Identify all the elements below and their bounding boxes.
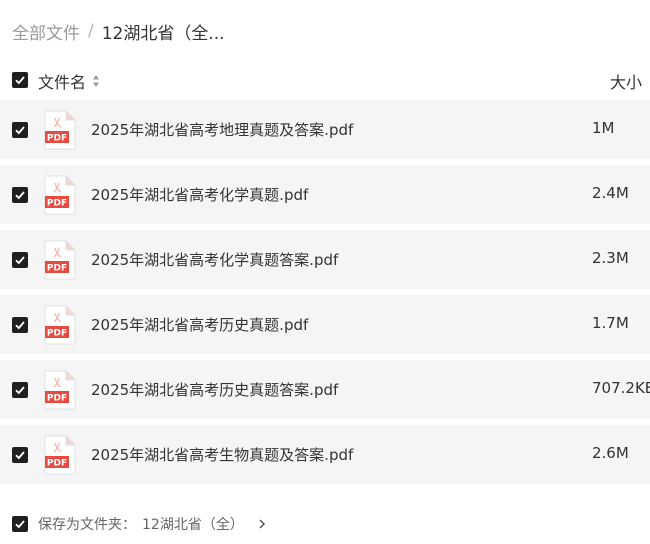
svg-text:PDF: PDF bbox=[47, 329, 67, 339]
breadcrumb-separator: / bbox=[88, 21, 94, 41]
check-icon bbox=[15, 76, 25, 85]
name-column-label: 文件名 bbox=[38, 73, 87, 92]
check-icon bbox=[15, 386, 25, 395]
save-to-checkbox[interactable] bbox=[12, 516, 28, 532]
file-size: 1.7M bbox=[592, 314, 629, 332]
breadcrumb-current: 12湖北省（全... bbox=[101, 23, 225, 44]
pdf-file-icon: PDF bbox=[44, 175, 76, 215]
name-column-header[interactable]: 文件名 bbox=[38, 69, 100, 93]
file-row[interactable]: PDF 2025年湖北省高考历史真题答案.pdf 707.2KB bbox=[0, 360, 650, 419]
check-icon bbox=[15, 520, 25, 529]
file-checkbox[interactable] bbox=[12, 447, 28, 463]
svg-text:PDF: PDF bbox=[47, 199, 67, 209]
file-size: 1M bbox=[592, 119, 615, 137]
file-list-header: 文件名 大小 bbox=[0, 64, 650, 96]
file-checkbox[interactable] bbox=[12, 252, 28, 268]
file-row[interactable]: PDF 2025年湖北省高考地理真题及答案.pdf 1M bbox=[0, 100, 650, 159]
breadcrumb: 全部文件 / 12湖北省（全... bbox=[12, 19, 225, 44]
svg-text:PDF: PDF bbox=[47, 394, 67, 404]
check-icon bbox=[15, 126, 25, 135]
svg-text:PDF: PDF bbox=[47, 134, 67, 144]
pdf-file-icon: PDF bbox=[44, 305, 76, 345]
check-icon bbox=[15, 451, 25, 460]
file-name[interactable]: 2025年湖北省高考历史真题答案.pdf bbox=[91, 379, 338, 400]
file-size: 2.6M bbox=[592, 444, 629, 462]
file-name[interactable]: 2025年湖北省高考生物真题及答案.pdf bbox=[91, 444, 353, 465]
save-to-bar: 保存为文件夹： 12湖北省（全） bbox=[0, 508, 650, 540]
check-icon bbox=[15, 321, 25, 330]
file-size: 707.2KB bbox=[592, 379, 650, 397]
pdf-file-icon: PDF bbox=[44, 110, 76, 150]
pdf-file-icon: PDF bbox=[44, 370, 76, 410]
breadcrumb-root-link[interactable]: 全部文件 bbox=[12, 19, 80, 44]
select-all-checkbox[interactable] bbox=[12, 72, 28, 88]
pdf-file-icon: PDF bbox=[44, 240, 76, 280]
file-row[interactable]: PDF 2025年湖北省高考化学真题.pdf 2.4M bbox=[0, 165, 650, 224]
file-row[interactable]: PDF 2025年湖北省高考化学真题答案.pdf 2.3M bbox=[0, 230, 650, 289]
svg-text:PDF: PDF bbox=[47, 264, 67, 274]
save-to-label: 保存为文件夹： bbox=[38, 517, 136, 533]
file-checkbox[interactable] bbox=[12, 317, 28, 333]
file-name[interactable]: 2025年湖北省高考化学真题答案.pdf bbox=[91, 249, 338, 270]
check-icon bbox=[15, 191, 25, 200]
save-to-folder-link[interactable]: 保存为文件夹： 12湖北省（全） bbox=[38, 514, 266, 534]
pdf-file-icon: PDF bbox=[44, 435, 76, 475]
file-name[interactable]: 2025年湖北省高考历史真题.pdf bbox=[91, 314, 308, 335]
file-checkbox[interactable] bbox=[12, 382, 28, 398]
chevron-right-icon bbox=[258, 519, 266, 529]
size-column-header[interactable]: 大小 bbox=[610, 69, 642, 93]
file-checkbox[interactable] bbox=[12, 122, 28, 138]
file-checkbox[interactable] bbox=[12, 187, 28, 203]
sort-icon[interactable] bbox=[92, 74, 100, 88]
file-row[interactable]: PDF 2025年湖北省高考历史真题.pdf 1.7M bbox=[0, 295, 650, 354]
file-name[interactable]: 2025年湖北省高考化学真题.pdf bbox=[91, 184, 308, 205]
file-row[interactable]: PDF 2025年湖北省高考生物真题及答案.pdf 2.6M bbox=[0, 425, 650, 484]
save-to-folder-name: 12湖北省（全） bbox=[142, 517, 244, 533]
file-size: 2.4M bbox=[592, 184, 629, 202]
svg-text:PDF: PDF bbox=[47, 459, 67, 469]
file-name[interactable]: 2025年湖北省高考地理真题及答案.pdf bbox=[91, 119, 353, 140]
file-size: 2.3M bbox=[592, 249, 629, 267]
check-icon bbox=[15, 256, 25, 265]
